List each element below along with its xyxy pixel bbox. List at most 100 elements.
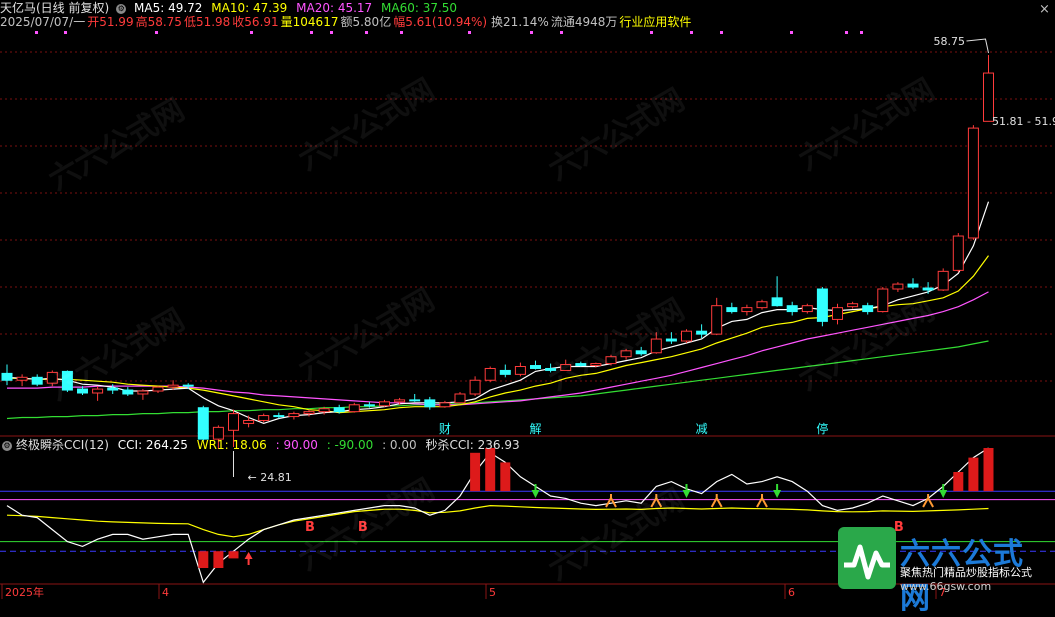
wr1-value: WR1: 18.06 <box>196 438 267 452</box>
top-marker <box>468 31 471 34</box>
time-axis-label: 5 <box>489 586 496 599</box>
settings-icon[interactable]: ⚙ <box>116 3 127 14</box>
event-marker: 解 <box>530 422 542 436</box>
candle-body-down <box>635 350 647 355</box>
candle-body-down <box>545 367 557 371</box>
buy-signal-label: B <box>305 520 315 535</box>
close-icon[interactable]: × <box>1039 2 1050 17</box>
candle-body-up <box>741 307 753 313</box>
candle-body-down <box>333 407 345 413</box>
candle-body-down <box>862 305 874 313</box>
top-marker <box>250 31 253 34</box>
top-marker <box>530 31 533 34</box>
sell-arrow-icon <box>682 490 691 498</box>
top-marker <box>845 31 848 34</box>
candle-body-down <box>786 305 798 313</box>
candle-body-up <box>590 363 602 367</box>
candle-body-up <box>952 235 964 271</box>
indicator-name: 终极瞬杀CCI(12) <box>16 438 109 452</box>
top-marker <box>650 31 653 34</box>
candle-body-down <box>1 372 13 381</box>
ma60-line <box>6 340 989 420</box>
sell-arrow-icon <box>939 490 948 498</box>
candle-body-up <box>711 305 723 335</box>
candle-body-down <box>726 307 738 313</box>
candle-body-up <box>379 401 390 407</box>
top-marker <box>560 31 563 34</box>
candle-body-down <box>696 330 708 335</box>
bar-date: 2025/07/07/一 <box>0 15 86 29</box>
high-price-pointer <box>966 38 989 54</box>
brand-slogan: 聚焦热门精品炒股指标公式 <box>900 566 1032 579</box>
ma20-value: MA20: 45.17 <box>296 1 373 15</box>
candle-body-up <box>514 366 526 375</box>
price-range-label: 51.81 - 51.9 <box>992 115 1055 128</box>
candle-body-up <box>605 356 617 365</box>
candle-body-up <box>303 411 315 415</box>
candle-body-up <box>394 399 406 403</box>
chart-header-line-2: 2025/07/07/一 开51.99 高58.75 低51.98 收56.91 量104… <box>0 15 696 29</box>
top-marker <box>64 31 67 34</box>
ma60-value: MA60: 37.50 <box>381 1 458 15</box>
top-marker <box>365 31 368 34</box>
time-axis-label: 4 <box>162 586 169 599</box>
candle-body-up <box>454 393 466 404</box>
turnover-value: 换21.14% <box>491 15 549 29</box>
high-price: 高58.75 <box>135 15 182 29</box>
candle-body-up <box>348 404 360 413</box>
osc-signal-bar <box>983 448 994 492</box>
close-price: 收56.91 <box>232 15 279 29</box>
candle-body-up <box>92 388 104 394</box>
osc-signal-bar <box>500 462 511 492</box>
runner-icon <box>710 494 723 508</box>
candle-body-up <box>832 307 843 320</box>
candle-body-up <box>137 390 149 395</box>
runner-icon <box>605 494 617 508</box>
float-shares: 流通4948万 <box>550 15 618 29</box>
candle-body-up <box>650 338 662 354</box>
kline-chart[interactable]: 58.75← 24.8151.81 - 51.9跌财解减停B B B2025年 4 5 6… <box>0 0 1055 599</box>
high-price-label: 58.75 <box>934 35 966 48</box>
candle-body-down <box>122 389 134 395</box>
osc-signal-bar <box>953 472 964 492</box>
candle-body-up <box>46 371 58 384</box>
sell-arrow-icon <box>773 490 782 498</box>
candle-body-down <box>907 283 919 288</box>
amount-value: 额5.80亿 <box>340 15 392 29</box>
top-marker <box>690 31 693 34</box>
level-minus-90-value: : -90.00 <box>326 438 374 452</box>
volume-value: 量104617 <box>280 15 339 29</box>
candle-body-up <box>258 415 270 421</box>
low-price: 低51.98 <box>183 15 231 29</box>
level-90-value: : 90.00 <box>275 438 318 452</box>
candle-body-up <box>801 305 813 313</box>
candle-body-down <box>771 297 783 307</box>
osc-signal-bar <box>968 457 979 492</box>
candle-body-up <box>167 384 179 388</box>
candle-body-up <box>937 270 949 291</box>
level-zero-value: : 0.00 <box>382 438 417 452</box>
indicator-settings-icon[interactable]: ⚙ <box>2 440 12 451</box>
candle-body-down <box>922 287 934 291</box>
candle-body-up <box>892 283 904 290</box>
sell-arrow-icon <box>531 490 540 498</box>
candle-body-up <box>243 419 255 424</box>
candle-body-up <box>560 364 572 371</box>
osc-signal-bar <box>470 452 481 492</box>
candle-body-up <box>469 379 481 395</box>
candle-body-down <box>182 384 194 387</box>
candle-body-up <box>620 350 632 358</box>
industry-label: 行业应用软件 <box>619 15 692 29</box>
candle-body-up <box>288 413 300 418</box>
buy-signal-label: B <box>358 520 368 535</box>
candle-body-down <box>61 370 73 391</box>
candle-body-up <box>967 127 979 239</box>
runner-icon <box>756 494 768 508</box>
candle-body-down <box>77 388 88 394</box>
time-axis-label: 2025年 <box>5 585 44 599</box>
ma5-value: MA5: 49.72 <box>134 1 203 15</box>
osc-signal-bar <box>213 551 224 568</box>
candle-body-up <box>228 413 239 431</box>
open-price: 开51.99 <box>87 15 134 29</box>
osc-signal-bar <box>485 448 496 492</box>
